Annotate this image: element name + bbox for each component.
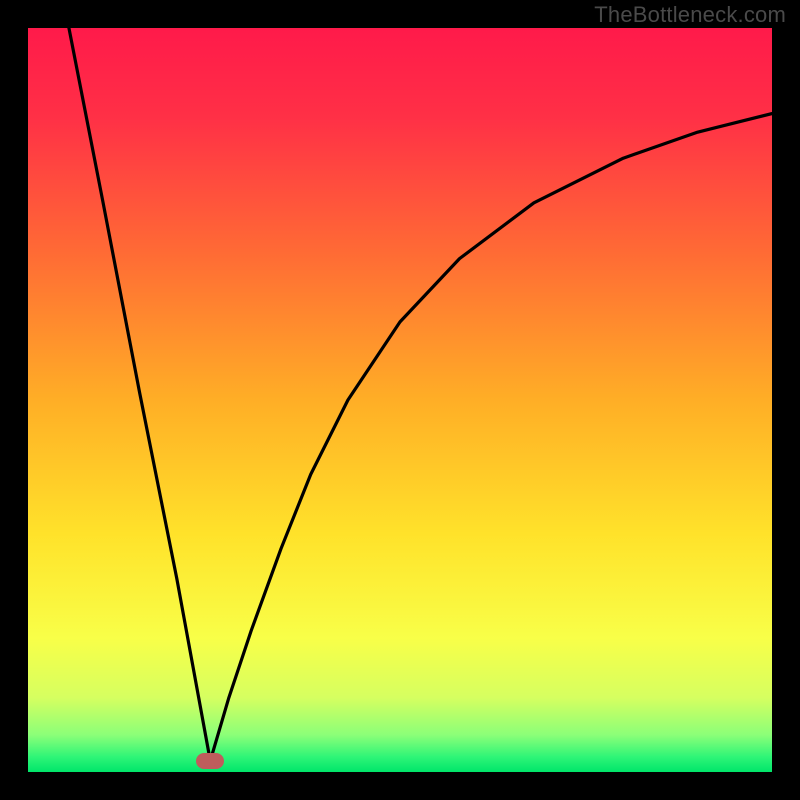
- chart-stage: TheBottleneck.com: [0, 0, 800, 800]
- bottleneck-curve: [28, 28, 772, 772]
- watermark-text: TheBottleneck.com: [594, 2, 786, 28]
- plot-area: [28, 28, 772, 772]
- minimum-marker: [196, 753, 224, 769]
